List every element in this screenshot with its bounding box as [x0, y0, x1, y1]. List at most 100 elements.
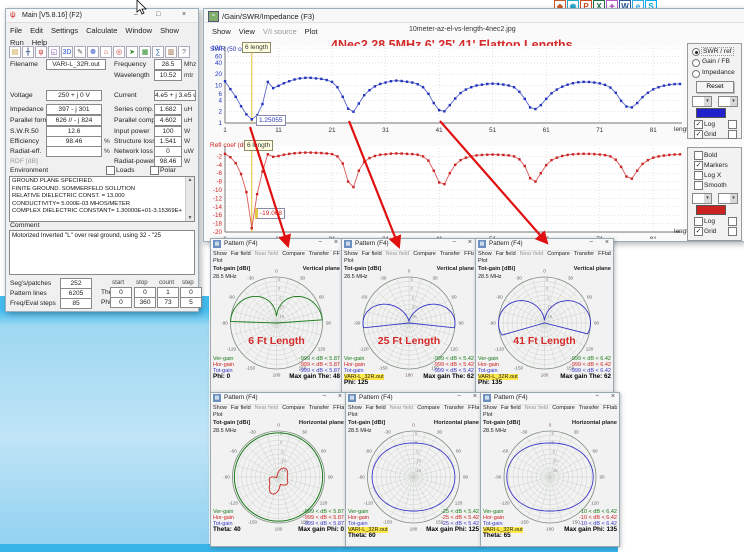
swr-grid-checkbox[interactable]: ✓: [694, 130, 703, 139]
pattern-menu-near-field[interactable]: Near field: [390, 405, 414, 411]
refl-log-x-checkbox[interactable]: [694, 171, 703, 180]
pattern-menu-transfer[interactable]: Transfer: [574, 251, 594, 257]
field-value-series-comp-[interactable]: 1.682: [154, 104, 182, 115]
pattern-close-button[interactable]: ×: [473, 393, 477, 400]
radio-gain-fb[interactable]: [692, 59, 700, 67]
pattern-menu-compare[interactable]: Compare: [282, 251, 305, 257]
sweep-cell[interactable]: 360: [134, 297, 156, 308]
pattern-close-button[interactable]: ×: [605, 239, 609, 246]
pattern-menu-transfer[interactable]: Transfer: [444, 405, 464, 411]
pattern-menu-transfer[interactable]: Transfer: [579, 405, 599, 411]
swr-log-checkbox[interactable]: ✓: [694, 120, 703, 129]
refl-grid-extra-checkbox[interactable]: [728, 227, 737, 236]
pattern-menu-plot[interactable]: Plot: [213, 258, 222, 264]
gain-menu-plot[interactable]: Plot: [305, 26, 318, 37]
environment-scrollbar[interactable]: ▲ ▼: [185, 177, 194, 221]
pattern-minimize-button[interactable]: –: [458, 393, 461, 399]
pattern-menu-transfer[interactable]: Transfer: [309, 251, 329, 257]
pattern-menu-far-field[interactable]: Far field: [366, 405, 386, 411]
refl-log-extra-checkbox[interactable]: [728, 217, 737, 226]
swr-grid-extra-checkbox[interactable]: [728, 130, 737, 139]
pattern-menu-far-field[interactable]: Far field: [231, 405, 251, 411]
pattern-menu-compare[interactable]: Compare: [417, 405, 440, 411]
gain-menu-show[interactable]: Show: [212, 26, 231, 37]
pattern-menu-show[interactable]: Show: [213, 405, 227, 411]
sweep-cell[interactable]: 0: [110, 297, 132, 308]
gain-menu-v-i-source[interactable]: V/I source: [263, 26, 297, 37]
pattern-menu-near-field[interactable]: Near field: [386, 251, 410, 257]
pattern-menu-show[interactable]: Show: [213, 251, 227, 257]
refl-trace-color-swatch[interactable]: [696, 205, 726, 215]
field-value-frequency[interactable]: 28.5: [154, 59, 182, 70]
field-value-impedance[interactable]: 397 - j 301: [46, 104, 102, 115]
pattern-menu-far-field[interactable]: Far field: [501, 405, 521, 411]
pattern-menu-show[interactable]: Show: [478, 251, 492, 257]
environment-textbox[interactable]: GROUND PLANE SPECIFIED.FINITE GROUND. SO…: [9, 176, 195, 222]
dropdown-1[interactable]: ▾: [718, 193, 738, 204]
field-value-parallel-form[interactable]: 626 // - j 824: [46, 115, 102, 126]
pattern-minimize-button[interactable]: –: [323, 393, 326, 399]
dropdown-1[interactable]: ▾: [718, 96, 738, 107]
field-value-wavelength[interactable]: 10.52: [154, 70, 182, 81]
pattern-minimize-button[interactable]: –: [453, 239, 456, 245]
refl-smooth-checkbox[interactable]: [694, 181, 703, 190]
pattern-close-button[interactable]: ×: [611, 393, 615, 400]
stat-value-freq-eval-steps[interactable]: 85: [60, 298, 92, 309]
pattern-menu-plot[interactable]: Plot: [478, 258, 487, 264]
checkbox-loads[interactable]: [106, 166, 115, 175]
pattern-menu-compare[interactable]: Compare: [547, 251, 570, 257]
pattern-menu-show[interactable]: Show: [344, 251, 358, 257]
pattern-menu-far-field[interactable]: Far field: [362, 251, 382, 257]
radio-swr-ref[interactable]: [692, 48, 700, 56]
pattern-menu-compare[interactable]: Compare: [282, 405, 305, 411]
refl-log-checkbox[interactable]: [694, 217, 703, 226]
dropdown-0[interactable]: ▾: [692, 193, 712, 204]
gain-menu-view[interactable]: View: [239, 26, 255, 37]
pattern-close-button[interactable]: ×: [334, 239, 338, 246]
pattern-minimize-button[interactable]: –: [319, 239, 322, 245]
pattern-close-button[interactable]: ×: [468, 239, 472, 246]
pattern-menu-plot[interactable]: Plot: [483, 412, 492, 418]
field-value-parallel-comp-[interactable]: 4.602: [154, 115, 182, 126]
field-value-current[interactable]: 4.e5 + j 3.e5 uA: [154, 90, 196, 101]
pattern-menu-near-field[interactable]: Near field: [525, 405, 549, 411]
sweep-cell[interactable]: 73: [157, 297, 179, 308]
pattern-menu-near-field[interactable]: Near field: [255, 251, 279, 257]
pattern-menu-far-field[interactable]: Far field: [231, 251, 251, 257]
comment-textbox[interactable]: Motorized Inverted "L" over real ground,…: [9, 230, 195, 275]
pattern-menu-transfer[interactable]: Transfer: [309, 405, 329, 411]
checkbox-polar[interactable]: [150, 166, 159, 175]
refl-coef-chart[interactable]: -2-4-6-8-10-12-14-16-18-2011121314151617…: [208, 139, 686, 239]
reset-button[interactable]: Reset: [696, 81, 734, 93]
dropdown-0[interactable]: ▾: [692, 96, 712, 107]
pattern-menu-fftab[interactable]: FFtab: [333, 251, 340, 257]
pattern-menu-fftab[interactable]: FFtab: [603, 405, 617, 411]
refl-markers-checkbox[interactable]: ✓: [694, 161, 703, 170]
pattern-menu-plot[interactable]: Plot: [213, 412, 222, 418]
pattern-menu-fftab[interactable]: FFtab: [598, 251, 611, 257]
pattern-menu-transfer[interactable]: Transfer: [440, 251, 460, 257]
pattern-menu-fftab[interactable]: FFtab: [464, 251, 474, 257]
swr-trace-color-swatch[interactable]: [696, 108, 726, 118]
field-value-voltage[interactable]: 250 + j 0 V: [46, 90, 102, 101]
field-value-radiat-eff-[interactable]: [46, 146, 102, 157]
pattern-menu-compare[interactable]: Compare: [413, 251, 436, 257]
pattern-menu-show[interactable]: Show: [348, 405, 362, 411]
refl-grid-checkbox[interactable]: ✓: [694, 227, 703, 236]
scroll-up-icon[interactable]: ▲: [186, 177, 194, 183]
refl-bold-checkbox[interactable]: [694, 151, 703, 160]
pattern-menu-plot[interactable]: Plot: [344, 258, 353, 264]
pattern-menu-near-field[interactable]: Near field: [520, 251, 544, 257]
pattern-minimize-button[interactable]: –: [596, 393, 599, 399]
radio-impedance[interactable]: [692, 70, 700, 78]
field-value-filename[interactable]: VARI-L_32R.out: [46, 59, 106, 70]
pattern-close-button[interactable]: ×: [338, 393, 342, 400]
pattern-menu-near-field[interactable]: Near field: [255, 405, 279, 411]
swr-log-extra-checkbox[interactable]: [728, 120, 737, 129]
pattern-menu-fftab[interactable]: FFtab: [468, 405, 479, 411]
pattern-menu-show[interactable]: Show: [483, 405, 497, 411]
sweep-cell[interactable]: 5: [180, 297, 202, 308]
pattern-menu-far-field[interactable]: Far field: [496, 251, 516, 257]
pattern-menu-compare[interactable]: Compare: [552, 405, 575, 411]
pattern-minimize-button[interactable]: –: [590, 239, 593, 245]
